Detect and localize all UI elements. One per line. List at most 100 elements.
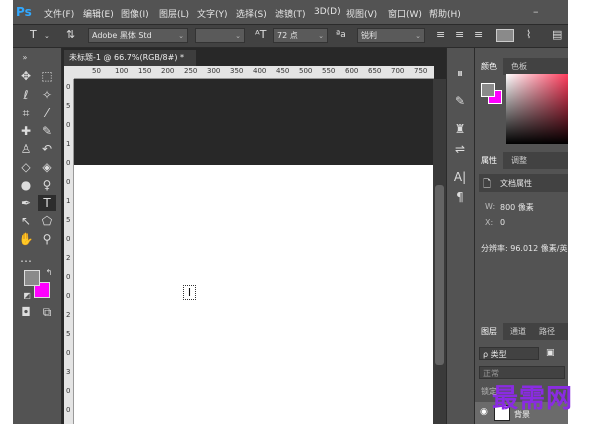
ruler-tick-vertical: 5 (66, 216, 71, 224)
eye-icon[interactable]: ◉ (480, 407, 488, 417)
canvas[interactable] (74, 165, 433, 424)
font-style-select[interactable]: ⌄ (195, 28, 245, 43)
ruler-tick-vertical: 0 (66, 121, 71, 129)
ruler-tick: 300 (207, 67, 221, 75)
align-right-icon[interactable]: ≡ (474, 28, 483, 41)
tool-presets-icon[interactable]: ♜ (452, 122, 468, 136)
document-tab[interactable]: 未标题-1 @ 66.7%(RGB/8#) * × (64, 50, 196, 78)
more-tools-icon[interactable]: … (17, 250, 35, 266)
crop-tool-icon[interactable]: ⌗ (17, 105, 35, 121)
ruler-tick-vertical: 0 (66, 159, 71, 167)
ruler-tick-vertical: 5 (66, 330, 71, 338)
photoshop-logo: Ps (16, 5, 32, 19)
ruler-tick: 550 (322, 67, 336, 75)
marquee-tool-icon[interactable]: ⬚ (38, 68, 56, 84)
align-center-icon[interactable]: ≡ (455, 28, 464, 41)
font-size-icon: ᴬT (255, 28, 267, 41)
brush-tool-icon[interactable]: ✎ (38, 123, 56, 139)
scrollbar-thumb[interactable] (435, 185, 444, 365)
lasso-tool-icon[interactable]: ℓ (17, 87, 35, 103)
ruler-tick: 450 (276, 67, 290, 75)
path-selection-tool-icon[interactable]: ↖ (17, 213, 35, 229)
layer-filter-select[interactable]: ρ 类型 (479, 347, 539, 360)
default-colors-icon[interactable]: ◩ (18, 288, 36, 304)
paragraph-icon[interactable]: ¶ (452, 190, 468, 204)
vertical-ruler: 0 5 0 1 0 0 1 5 0 2 0 0 2 5 0 3 0 0 (64, 79, 74, 424)
paint-bucket-tool-icon[interactable]: ◈ (38, 159, 56, 175)
sliders-icon[interactable]: ⇌ (452, 142, 468, 156)
ruler-tick: 400 (253, 67, 267, 75)
menu-item-6[interactable]: 滤镜(T) (275, 7, 306, 20)
brush-settings-icon[interactable]: ✎ (452, 94, 468, 108)
menu-item-7[interactable]: 3D(D) (314, 7, 341, 17)
swap-colors-icon[interactable]: ↰ (40, 265, 58, 281)
tab-properties[interactable]: 属性 (475, 152, 503, 169)
history-brush-tool-icon[interactable]: ↶ (38, 141, 56, 157)
ruler-tick-vertical: 0 (66, 406, 71, 414)
shape-tool-icon[interactable]: ⬠ (38, 213, 56, 229)
eraser-tool-icon[interactable]: ◇ (17, 159, 35, 175)
text-tool-preset-icon[interactable]: T (30, 28, 37, 41)
ruler-tick-vertical: 1 (66, 140, 71, 148)
tab-layers[interactable]: 图层 (475, 323, 503, 340)
tab-adjustments[interactable]: 调整 (505, 152, 533, 169)
foreground-color-swatch[interactable] (24, 270, 40, 286)
color-spectrum[interactable] (506, 74, 568, 144)
pen-tool-icon[interactable]: ✒ (17, 195, 35, 211)
filter-image-icon[interactable]: ▣ (546, 348, 555, 358)
ruler-tick: 650 (368, 67, 382, 75)
ruler-tick: 250 (184, 67, 198, 75)
ruler-tick-vertical: 2 (66, 311, 71, 319)
tab-swatches[interactable]: 色板 (505, 58, 533, 75)
history-panel-icon[interactable]: ⏸ (452, 66, 468, 81)
text-cursor-icon: I (183, 285, 196, 300)
ruler-tick: 100 (115, 67, 129, 75)
menu-item-10[interactable]: 帮助(H) (429, 7, 461, 20)
menu-item-3[interactable]: 图层(L) (159, 7, 189, 20)
character-panel-icon[interactable]: ▤ (552, 28, 562, 41)
dodge-tool-icon[interactable]: ♀ (38, 177, 56, 193)
document-properties-title: 文档属性 (500, 179, 532, 188)
collapse-icon[interactable]: » (16, 50, 34, 66)
menu-item-5[interactable]: 选择(S) (236, 7, 267, 20)
quick-mask-icon[interactable]: ◘ (17, 304, 35, 320)
menu-item-2[interactable]: 图像(I) (121, 7, 149, 20)
menu-item-1[interactable]: 编辑(E) (83, 7, 114, 20)
tab-paths[interactable]: 路径 (533, 323, 561, 340)
font-size-select[interactable]: 72 点 ⌄ (273, 28, 328, 43)
character-icon[interactable]: A| (452, 170, 468, 184)
ruler-tick: 350 (230, 67, 244, 75)
tab-channels[interactable]: 通道 (504, 323, 532, 340)
eyedropper-tool-icon[interactable]: ⁄ (38, 105, 56, 121)
tab-color[interactable]: 颜色 (475, 58, 503, 75)
anti-alias-icon: ªa (336, 30, 346, 40)
ruler-tick: 750 (414, 67, 428, 75)
align-left-icon[interactable]: ≡ (436, 28, 445, 41)
zoom-tool-icon[interactable]: ⚲ (38, 231, 56, 247)
chevron-down-icon[interactable]: ⌄ (44, 32, 50, 40)
healing-brush-tool-icon[interactable]: ✚ (17, 123, 35, 139)
clone-stamp-tool-icon[interactable]: ♙ (17, 141, 35, 157)
font-family-select[interactable]: Adobe 黑体 Std ⌄ (88, 28, 188, 43)
text-color-swatch[interactable] (496, 29, 514, 42)
menu-item-9[interactable]: 窗口(W) (388, 7, 422, 20)
menu-item-0[interactable]: 文件(F) (44, 7, 74, 20)
blur-tool-icon[interactable]: ● (17, 177, 35, 193)
magic-wand-tool-icon[interactable]: ✧ (38, 87, 56, 103)
panel-foreground-swatch[interactable] (481, 83, 495, 97)
ruler-tick-vertical: 0 (66, 349, 71, 357)
screen-mode-icon[interactable]: ⧉ (38, 304, 56, 320)
move-tool-icon[interactable]: ✥ (17, 68, 35, 84)
menu-item-4[interactable]: 文字(Y) (197, 7, 228, 20)
hand-tool-icon[interactable]: ✋ (17, 231, 35, 247)
text-orientation-icon[interactable]: ⇅ (66, 28, 75, 41)
menu-item-8[interactable]: 视图(V) (346, 7, 377, 20)
resolution-text: 分辨率: 96.012 像素/英 (481, 244, 568, 253)
type-tool-icon[interactable]: T (38, 195, 56, 211)
x-value[interactable]: 0 (500, 218, 505, 227)
horizontal-ruler: 50 100 150 200 250 300 350 400 450 500 550 600 650 70… (74, 66, 434, 79)
warp-text-icon[interactable]: ⌇ (526, 28, 531, 41)
width-value[interactable]: 800 像素 (500, 202, 534, 213)
anti-alias-select[interactable]: 锐利 ⌄ (357, 28, 425, 43)
minimize-icon[interactable]: – (533, 5, 539, 18)
